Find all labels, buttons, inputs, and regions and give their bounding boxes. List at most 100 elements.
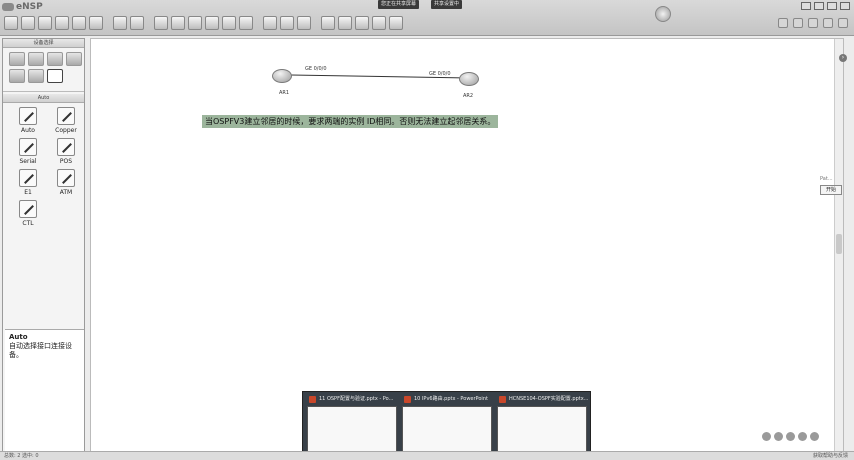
switch-icon[interactable]: [28, 52, 44, 66]
monitor-icon[interactable]: [808, 18, 818, 28]
taskbar-preview: 11 OSPF配置与验证.pptx - Po... 10 IPv6路由.pptx…: [302, 391, 591, 457]
cable-grid: Auto Copper Serial POS E1 ATM CTL: [3, 103, 84, 227]
ar2-port-label: GE 0/0/0: [429, 71, 451, 77]
topology-button[interactable]: [389, 16, 403, 30]
description-panel: Auto 自动选择接口连接设备。: [5, 329, 84, 451]
settings-icon[interactable]: [778, 18, 788, 28]
input-method-icon[interactable]: [762, 432, 771, 441]
cable-panel-title: Auto: [3, 94, 84, 103]
router-ar1[interactable]: [272, 69, 292, 83]
cable-ctl[interactable]: CTL: [9, 200, 47, 227]
zoom-in-button[interactable]: [263, 16, 277, 30]
device-grid: [3, 48, 84, 87]
taskbar-window-2-preview: [402, 406, 492, 454]
pc-icon[interactable]: [9, 69, 25, 83]
router-ar2-label: AR2: [463, 93, 474, 99]
topology-note[interactable]: 当OSPFV3建立邻居的时候，要求两端的实例 ID相同。否则无法建立起邻居关系。: [202, 115, 499, 128]
help-icon[interactable]: [838, 18, 848, 28]
drag-tool-button[interactable]: [171, 16, 185, 30]
router-ar1-label: AR1: [279, 90, 290, 96]
system-tray: [762, 432, 819, 441]
status-bar: 总数: 2 选中: 0 获取帮助与反馈: [0, 451, 854, 460]
window-controls: [801, 2, 850, 10]
cable-atm[interactable]: ATM: [47, 169, 85, 196]
right-toolbar: [778, 18, 848, 28]
title-bar: eNSP 您正在共享屏幕 共享设置中: [0, 0, 854, 36]
router-icon[interactable]: [9, 52, 25, 66]
taskbar-window-3[interactable]: HCNSE104-OSPF实验配置.pptx...: [497, 395, 589, 455]
share-settings-notice[interactable]: 共享设置中: [431, 0, 463, 9]
sidebar: 设备选择 Auto Auto Copper Serial POS E1 ATM …: [2, 38, 85, 454]
cable-serial[interactable]: Serial: [9, 138, 47, 165]
e1-cable-icon: [19, 169, 37, 187]
cable-auto[interactable]: Auto: [9, 107, 47, 134]
stop-device-button[interactable]: [338, 16, 352, 30]
save-button[interactable]: [55, 16, 69, 30]
redo-button[interactable]: [130, 16, 144, 30]
cable-e1[interactable]: E1: [9, 169, 47, 196]
text-tool-button[interactable]: [222, 16, 236, 30]
shape-tool-button[interactable]: [239, 16, 253, 30]
wireless-icon[interactable]: [47, 52, 63, 66]
scrollbar-thumb[interactable]: [836, 234, 842, 254]
cloud-icon[interactable]: [28, 69, 44, 83]
device-panel-title: 设备选择: [3, 39, 84, 48]
open-button[interactable]: [38, 16, 52, 30]
close-icon[interactable]: [840, 2, 850, 10]
notification-icon[interactable]: [810, 432, 819, 441]
new-topology-button[interactable]: [4, 16, 18, 30]
avatar[interactable]: [655, 6, 671, 22]
router-ar2[interactable]: [459, 72, 479, 86]
delete-button[interactable]: [188, 16, 202, 30]
save-as-button[interactable]: [72, 16, 86, 30]
taskbar-window-2[interactable]: 10 IPv6路由.pptx - PowerPoint: [402, 395, 494, 455]
volume-icon[interactable]: [786, 432, 795, 441]
serial-cable-icon: [19, 138, 37, 156]
taskbar-window-3-title: HCNSE104-OSPF实验配置.pptx...: [497, 395, 589, 404]
ctl-cable-icon: [19, 200, 37, 218]
pos-cable-icon: [57, 138, 75, 156]
delete-link-button[interactable]: [205, 16, 219, 30]
minimize-icon[interactable]: [814, 2, 824, 10]
battery-icon[interactable]: [798, 432, 807, 441]
new-exam-button[interactable]: [21, 16, 35, 30]
screen-share-notice: 您正在共享屏幕: [378, 0, 420, 9]
vertical-scrollbar[interactable]: [834, 39, 843, 453]
maximize-icon[interactable]: [827, 2, 837, 10]
ensp-logo-icon: [2, 3, 14, 11]
cli-button[interactable]: [372, 16, 386, 30]
fit-button[interactable]: [297, 16, 311, 30]
cable-icon[interactable]: [47, 69, 63, 83]
network-icon[interactable]: [774, 432, 783, 441]
side-panel: Pat... 开始: [820, 176, 844, 195]
side-panel-caption: Pat...: [820, 176, 833, 182]
collapse-icon[interactable]: ›: [839, 54, 847, 62]
cable-pos[interactable]: POS: [47, 138, 85, 165]
menu-icon[interactable]: [801, 2, 811, 10]
app-title: eNSP: [16, 2, 43, 12]
taskbar-window-1-preview: [307, 406, 397, 454]
taskbar-window-2-title: 10 IPv6路由.pptx - PowerPoint: [402, 395, 494, 404]
description-title: Auto: [9, 333, 28, 341]
help-feedback-link[interactable]: 获取帮助与反馈: [813, 452, 848, 460]
grid-icon[interactable]: [793, 18, 803, 28]
huawei-icon[interactable]: [823, 18, 833, 28]
main-toolbar: [4, 16, 403, 30]
copper-cable-icon: [57, 107, 75, 125]
firewall-icon[interactable]: [66, 52, 82, 66]
taskbar-window-3-preview: [497, 406, 587, 454]
status-counts: 总数: 2 选中: 0: [4, 453, 39, 459]
print-button[interactable]: [89, 16, 103, 30]
taskbar-window-1-title: 11 OSPF配置与验证.pptx - Po...: [307, 395, 399, 404]
undo-button[interactable]: [113, 16, 127, 30]
capture-button[interactable]: [355, 16, 369, 30]
atm-cable-icon: [57, 169, 75, 187]
select-tool-button[interactable]: [154, 16, 168, 30]
description-text: 自动选择接口连接设备。: [9, 342, 72, 359]
start-device-button[interactable]: [321, 16, 335, 30]
start-button[interactable]: 开始: [820, 185, 842, 195]
app-logo: eNSP: [2, 2, 43, 12]
taskbar-window-1[interactable]: 11 OSPF配置与验证.pptx - Po...: [307, 395, 399, 455]
zoom-out-button[interactable]: [280, 16, 294, 30]
cable-copper[interactable]: Copper: [47, 107, 85, 134]
